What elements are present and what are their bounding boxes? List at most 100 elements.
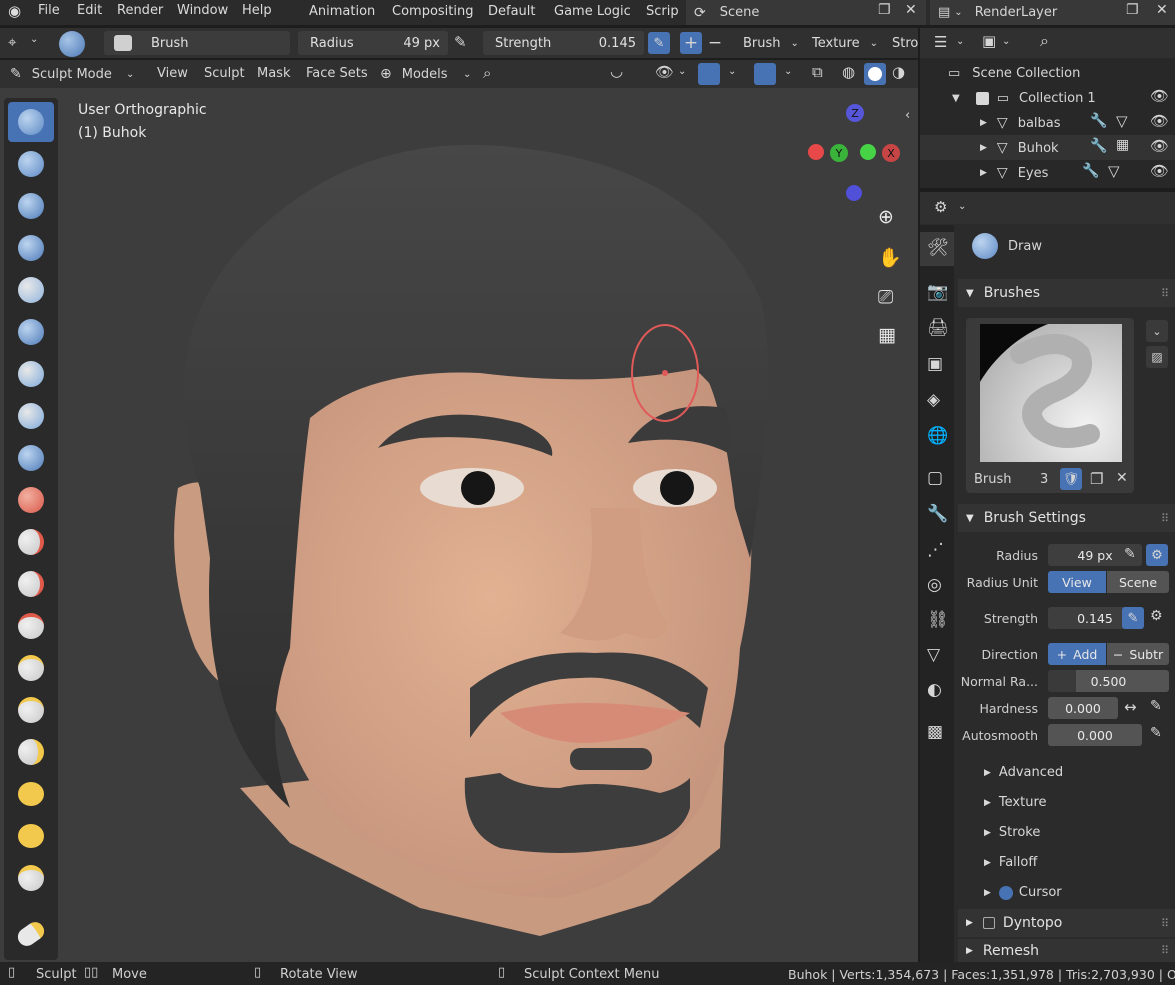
transform-pivot-icon[interactable]: ⌖ — [8, 33, 16, 51]
mesh-data-icon[interactable]: ▽ — [1108, 162, 1120, 180]
pressure-pen-icon[interactable]: ✎ — [454, 33, 467, 51]
menu-mask[interactable]: Mask — [257, 66, 290, 81]
menu-render[interactable]: Render — [117, 3, 163, 18]
visibility-icon[interactable]: 👁 — [655, 63, 674, 81]
invert-arrows-icon[interactable]: ↔ — [1124, 698, 1137, 716]
expand-arrow-icon[interactable]: ▶ — [980, 118, 987, 128]
brushes-panel-header[interactable]: ▼ Brushes ⠿ — [958, 279, 1175, 307]
tool-blob[interactable] — [8, 396, 54, 436]
outliner-object-buhok[interactable]: ▶ ▽ Buhok — [980, 137, 1059, 159]
menu-edit[interactable]: Edit — [77, 3, 102, 18]
outliner-collection-1[interactable]: ▼ ▭ Collection 1 — [952, 87, 1096, 109]
3d-viewport[interactable]: User Orthographic (1) Buhok Z Y X ‹ ⊕ ✋ … — [0, 88, 918, 962]
strength-pressure-toggle[interactable]: ✎ — [1122, 607, 1144, 629]
close-icon[interactable]: ✕ — [1116, 470, 1128, 486]
workspace-tab-scripting[interactable]: Scrip — [646, 4, 679, 19]
drag-handle-icon[interactable]: ⠿ — [1161, 917, 1169, 930]
tool-snake-hook[interactable] — [8, 732, 54, 772]
chevron-down-icon[interactable]: ⌄ — [30, 34, 38, 45]
world-tab-icon[interactable]: 🌐 — [927, 426, 949, 448]
drag-handle-icon[interactable]: ⠿ — [1161, 512, 1169, 525]
tool-layer[interactable] — [8, 312, 54, 352]
direction-add-button[interactable]: + Add — [1048, 643, 1106, 665]
mesh-data-icon[interactable]: ▽ — [1116, 112, 1128, 130]
brush-menu[interactable]: Brush ⌄ — [735, 31, 799, 55]
dyntopo-panel-header[interactable]: ▶ Dyntopo ⠿ — [958, 909, 1175, 937]
workspace-tab-compositing[interactable]: Compositing — [392, 4, 474, 19]
grid-icon[interactable]: ▦ — [878, 324, 896, 346]
data-tab-icon[interactable]: ▽ — [927, 645, 949, 667]
checkbox-icon[interactable] — [975, 91, 989, 105]
menu-help[interactable]: Help — [242, 3, 272, 18]
direction-subtract-button[interactable]: − — [704, 32, 726, 54]
menu-face-sets[interactable]: Face Sets — [306, 66, 368, 81]
eye-icon[interactable]: 👁 — [1150, 112, 1169, 130]
brush-name-field[interactable]: Brush — [974, 472, 1012, 487]
radius-pressure-toggle[interactable]: ⚙ — [1146, 544, 1168, 566]
camera-icon[interactable]: ⎚ — [878, 286, 893, 308]
tool-grab[interactable] — [8, 690, 54, 730]
tool-crease[interactable] — [8, 438, 54, 478]
cursor-toggle-icon[interactable] — [998, 885, 1013, 900]
gizmo-toggle[interactable] — [698, 63, 720, 85]
tool-fill[interactable] — [8, 564, 54, 604]
pressure-pen-icon[interactable]: ✎ — [1124, 546, 1136, 562]
overlays-toggle[interactable] — [754, 63, 776, 85]
eye-icon[interactable]: 👁 — [1150, 162, 1169, 180]
subpanel-advanced[interactable]: ▶ Advanced — [984, 765, 1063, 780]
tool-clay-thumb[interactable] — [8, 270, 54, 310]
modifier-wrench-icon[interactable]: 🔧 — [1082, 163, 1099, 179]
tool-pinch[interactable] — [8, 648, 54, 688]
chevron-down-icon[interactable]: ⌄ — [678, 66, 686, 77]
outliner-object-balbas[interactable]: ▶ ▽ balbas — [980, 112, 1061, 134]
gizmo-neg-z-axis[interactable] — [846, 185, 862, 201]
stroke-menu[interactable]: Stro — [884, 31, 918, 55]
hardness-field[interactable]: 0.000 — [1048, 697, 1118, 719]
expand-arrow-icon[interactable]: ▶ — [980, 143, 987, 153]
blender-logo-icon[interactable]: ◉ — [8, 2, 21, 20]
menu-view[interactable]: View — [157, 66, 188, 81]
brush-thumbnail[interactable] — [980, 324, 1122, 462]
tool-thumb[interactable] — [8, 774, 54, 814]
view-layer-tab-icon[interactable]: ▣ — [927, 354, 949, 376]
unified-settings-icon[interactable]: ⚙ — [1150, 608, 1163, 624]
tool-tab-icon[interactable]: 🛠 — [927, 238, 949, 260]
workspace-tab-default[interactable]: Default — [488, 4, 536, 19]
fake-user-button[interactable]: 🛡 — [1060, 468, 1082, 490]
copy-layer-icon[interactable]: ❐ — [1126, 2, 1139, 18]
radius-unit-scene-button[interactable]: Scene — [1107, 571, 1169, 593]
pressure-pen-icon[interactable]: ✎ — [1150, 725, 1162, 741]
render-tab-icon[interactable]: 📷 — [927, 282, 949, 304]
radius-unit-view-button[interactable]: View — [1048, 571, 1106, 593]
close-icon[interactable]: ✕ — [1156, 2, 1168, 18]
search-icon[interactable]: ⌕ — [483, 64, 491, 82]
brush-image-button[interactable]: ▨ — [1146, 346, 1168, 368]
checker-icon[interactable]: ▦ — [1116, 137, 1129, 153]
solid-shading-button[interactable] — [864, 63, 886, 85]
chevron-down-icon[interactable]: ⌄ — [1002, 36, 1010, 47]
gizmo-y-axis[interactable]: Y — [830, 144, 848, 162]
output-tab-icon[interactable]: 🖨 — [927, 318, 949, 340]
drag-handle-icon[interactable]: ⠿ — [1161, 287, 1169, 300]
gizmo-neg-y-axis[interactable] — [860, 144, 876, 160]
subpanel-texture[interactable]: ▶ Texture — [984, 795, 1047, 810]
render-layer-selector[interactable]: ▤ ⌄ RenderLayer ❐ ✕ — [930, 0, 1175, 25]
texture-menu[interactable]: Texture ⌄ — [804, 31, 878, 55]
tool-draw[interactable] — [8, 102, 54, 142]
brush-list-dropdown[interactable]: ⌄ — [1146, 320, 1168, 342]
chevron-down-icon[interactable]: ⌄ — [956, 36, 964, 47]
expand-arrow-icon[interactable]: ▶ — [980, 168, 987, 178]
tool-clay-strips[interactable] — [8, 228, 54, 268]
gizmo-neg-x-axis[interactable] — [808, 144, 824, 160]
tool-clay[interactable] — [8, 186, 54, 226]
modifier-wrench-icon[interactable]: 🔧 — [1090, 113, 1107, 129]
copy-scene-icon[interactable]: ❐ — [878, 2, 891, 18]
brush-selector[interactable]: Brush — [104, 31, 290, 55]
outliner-scene-collection[interactable]: ▭ Scene Collection — [948, 62, 1080, 84]
particles-tab-icon[interactable]: ⋰ — [927, 540, 949, 562]
properties-editor-icon[interactable]: ⚙ — [934, 198, 947, 216]
constraints-tab-icon[interactable]: ⛓ — [927, 610, 949, 632]
modifier-wrench-icon[interactable]: 🔧 — [1090, 138, 1107, 154]
menu-file[interactable]: File — [38, 3, 60, 18]
outliner-editor-icon[interactable]: ☰ — [934, 33, 947, 51]
